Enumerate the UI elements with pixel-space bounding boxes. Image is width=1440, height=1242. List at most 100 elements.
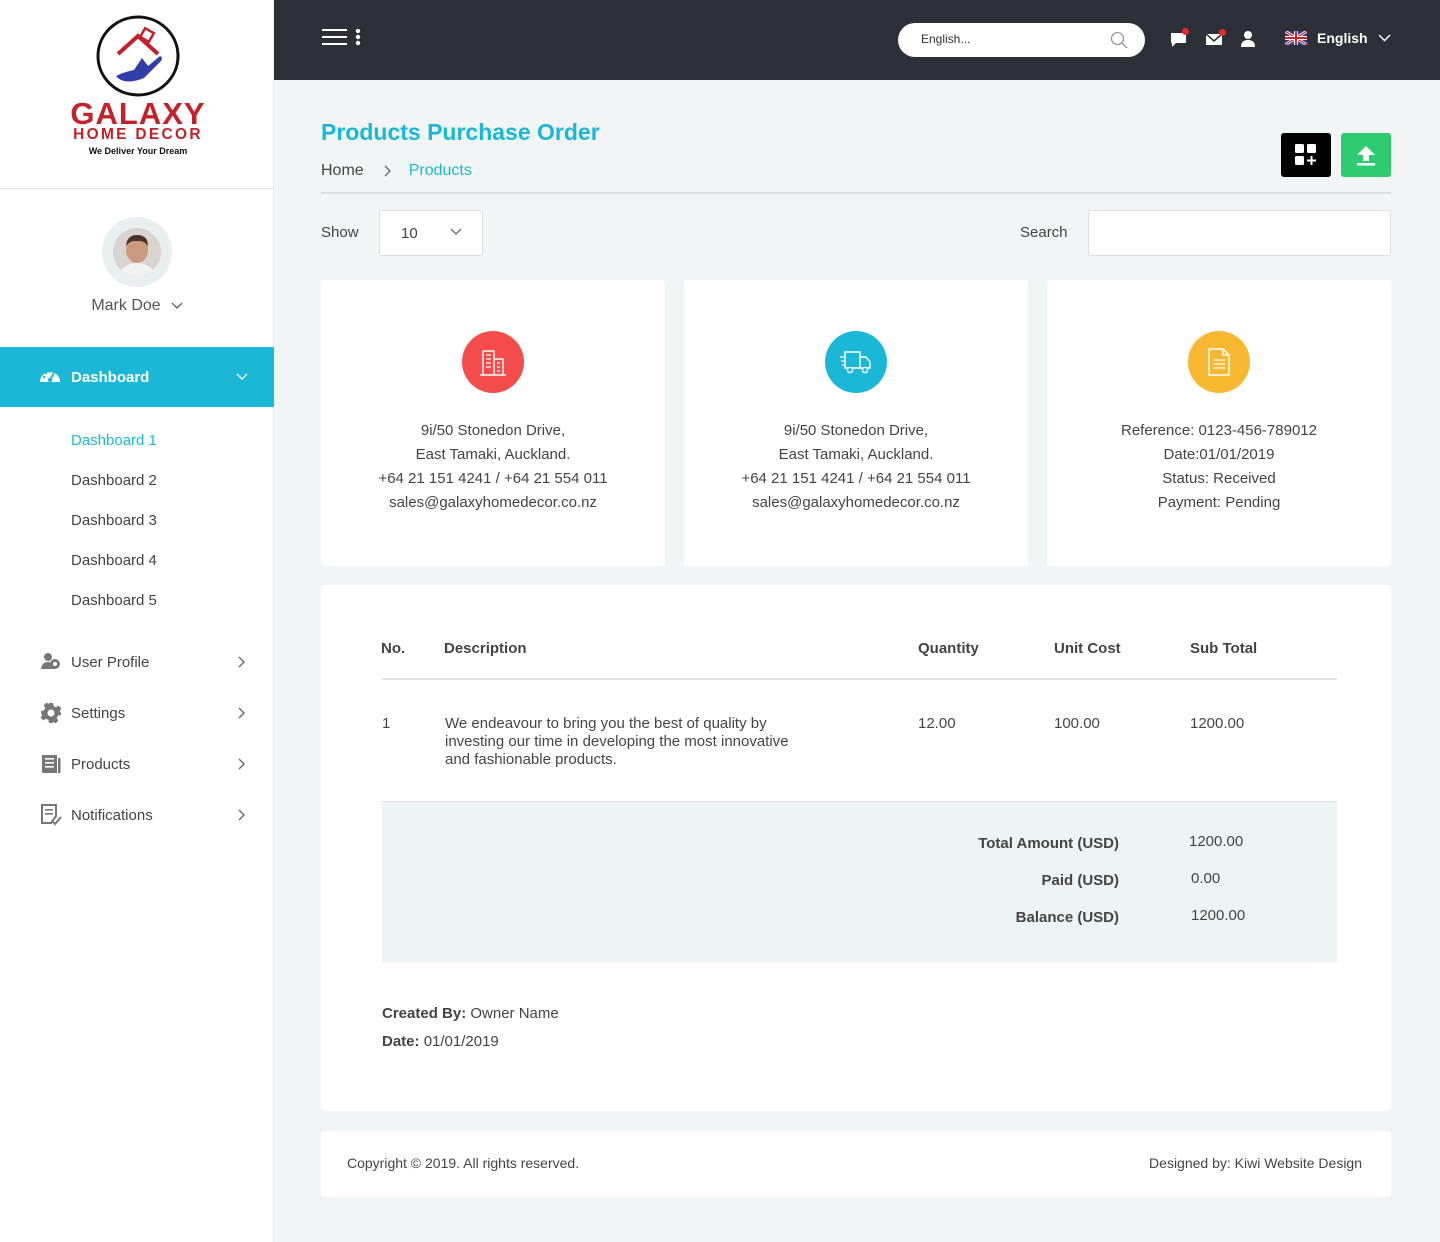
delivery-truck-icon [840, 351, 871, 374]
page-title: Products Purchase Order [321, 119, 600, 145]
column-header-description: Description [444, 640, 527, 657]
card-line: +64 21 151 4241 / +64 21 554 011 [378, 470, 608, 487]
chevron-right-icon [238, 707, 245, 719]
avatar[interactable] [102, 217, 172, 287]
card-icon-circle [825, 331, 887, 393]
notification-dot [1182, 28, 1189, 35]
user-profile: Mark Doe [0, 217, 274, 315]
subnav-dashboard-3[interactable]: Dashboard 3 [71, 501, 157, 541]
balance-label: Balance (USD) [1015, 909, 1119, 926]
column-header-sub-total: Sub Total [1190, 640, 1258, 657]
header-divider [321, 192, 1391, 194]
column-header-no: No. [381, 640, 406, 657]
upload-icon [1357, 146, 1375, 166]
chevron-right-icon [238, 809, 245, 821]
subnav-dashboard-5[interactable]: Dashboard 5 [71, 581, 157, 621]
grid-add-icon [1295, 144, 1316, 165]
chevron-down-icon [236, 373, 248, 380]
search-icon[interactable] [1110, 31, 1128, 49]
upload-button[interactable] [1341, 133, 1391, 177]
card-details: 9i/50 Stonedon Drive, East Tamaki, Auckl… [321, 419, 665, 515]
subnav-dashboard-2[interactable]: Dashboard 2 [71, 461, 157, 501]
search-placeholder: English... [921, 32, 971, 46]
user-menu-toggle[interactable]: Mark Doe [0, 297, 274, 315]
card-line: East Tamaki, Auckland. [415, 446, 571, 463]
cell-unit-cost: 100.00 [1054, 715, 1100, 732]
language-label: English [1317, 30, 1368, 46]
chevron-down-icon [171, 302, 183, 309]
sidebar: GALAXY HOME DECOR We Deliver Your Dream … [0, 0, 274, 1242]
logo[interactable]: GALAXY HOME DECOR We Deliver Your Dream [0, 0, 273, 189]
created-date: Date: 01/01/2019 [382, 1033, 499, 1050]
user-icon [1241, 31, 1255, 47]
mail-button[interactable] [1205, 29, 1226, 53]
column-header-unit-cost: Unit Cost [1054, 640, 1121, 657]
description-line: We endeavour to bring you the best of qu… [445, 715, 767, 732]
sidebar-item-products[interactable]: Products [0, 749, 274, 779]
total-amount-value: 1200.00 [1189, 833, 1244, 850]
uk-flag-icon [1285, 31, 1307, 45]
add-widget-button[interactable] [1281, 133, 1331, 177]
card-line: East Tamaki, Auckland. [778, 446, 934, 463]
brand-tagline: We Deliver Your Dream [88, 146, 188, 156]
sidebar-item-label: Products [71, 755, 131, 773]
paid-label: Paid (USD) [1041, 872, 1119, 889]
logo-emblem-icon [96, 15, 180, 97]
card-line: sales@galaxyhomedecor.co.nz [752, 494, 960, 511]
language-selector[interactable]: English [1285, 30, 1391, 46]
card-icon-circle [462, 331, 524, 393]
menu-toggle-icon[interactable] [322, 29, 364, 47]
brand-subtitle: HOME DECOR [73, 126, 203, 143]
description-line: investing our time in developing the mos… [445, 733, 789, 750]
sidebar-item-settings[interactable]: Settings [0, 698, 274, 728]
totals-section: Total Amount (USD) 1200.00 Paid (USD) 0.… [382, 801, 1337, 962]
designer-credit[interactable]: Designed by: Kiwi Website Design [1149, 1155, 1362, 1171]
chevron-right-icon [238, 758, 245, 770]
sidebar-item-user-profile[interactable]: User Profile [0, 647, 274, 677]
chevron-down-icon [450, 228, 462, 235]
table-search-input[interactable] [1088, 210, 1391, 256]
top-search-input[interactable]: English... [898, 23, 1145, 57]
top-bar: English... English [274, 0, 1440, 80]
date-value: 01/01/2019 [423, 1033, 499, 1050]
sidebar-item-label: Notifications [71, 806, 153, 824]
subnav-dashboard-4[interactable]: Dashboard 4 [71, 541, 157, 581]
sidebar-item-label: User Profile [71, 653, 150, 671]
supplier-card: 9i/50 Stonedon Drive, East Tamaki, Auckl… [321, 280, 665, 566]
chat-button[interactable] [1170, 28, 1189, 53]
card-line: +64 21 151 4241 / +64 21 554 011 [741, 470, 971, 487]
sidebar-item-notifications[interactable]: Notifications [0, 800, 274, 830]
sidebar-item-label: Dashboard [71, 368, 150, 386]
table-header-divider [382, 678, 1337, 680]
card-line: sales@galaxyhomedecor.co.nz [389, 494, 597, 511]
breadcrumb-home[interactable]: Home [321, 162, 364, 180]
subnav-dashboard-1[interactable]: Dashboard 1 [71, 421, 157, 461]
created-by: Created By: Owner Name [382, 1005, 559, 1022]
description-line: and fashionable products. [445, 751, 617, 768]
account-button[interactable] [1241, 30, 1255, 53]
paid-value: 0.00 [1191, 870, 1221, 887]
notification-list-icon [41, 804, 62, 826]
cell-description: We endeavour to bring you the best of qu… [445, 715, 805, 769]
created-by-label: Created By: [382, 1005, 467, 1022]
dashboard-gauge-icon [40, 370, 60, 383]
card-line: Date:01/01/2019 [1163, 446, 1275, 463]
column-header-quantity: Quantity [918, 640, 979, 657]
sidebar-item-dashboard[interactable]: Dashboard [0, 347, 274, 407]
show-entries-label: Show [321, 224, 359, 241]
card-line: Reference: 0123-456-789012 [1121, 422, 1317, 439]
chevron-down-icon [1378, 34, 1391, 42]
show-entries-select[interactable]: 10 [379, 210, 483, 256]
building-icon [480, 350, 506, 376]
chevron-right-icon [238, 656, 245, 668]
document-list-icon [42, 755, 61, 773]
card-line: Payment: Pending [1157, 494, 1281, 511]
date-label: Date: [382, 1033, 420, 1050]
sidebar-item-label: Settings [71, 704, 126, 722]
cell-sub-total: 1200.00 [1190, 715, 1245, 732]
user-name: Mark Doe [91, 297, 161, 314]
users-icon [41, 653, 60, 669]
search-label: Search [1020, 224, 1068, 241]
cell-quantity: 12.00 [918, 715, 956, 732]
invoice-panel: No. Description Quantity Unit Cost Sub T… [321, 585, 1391, 1111]
